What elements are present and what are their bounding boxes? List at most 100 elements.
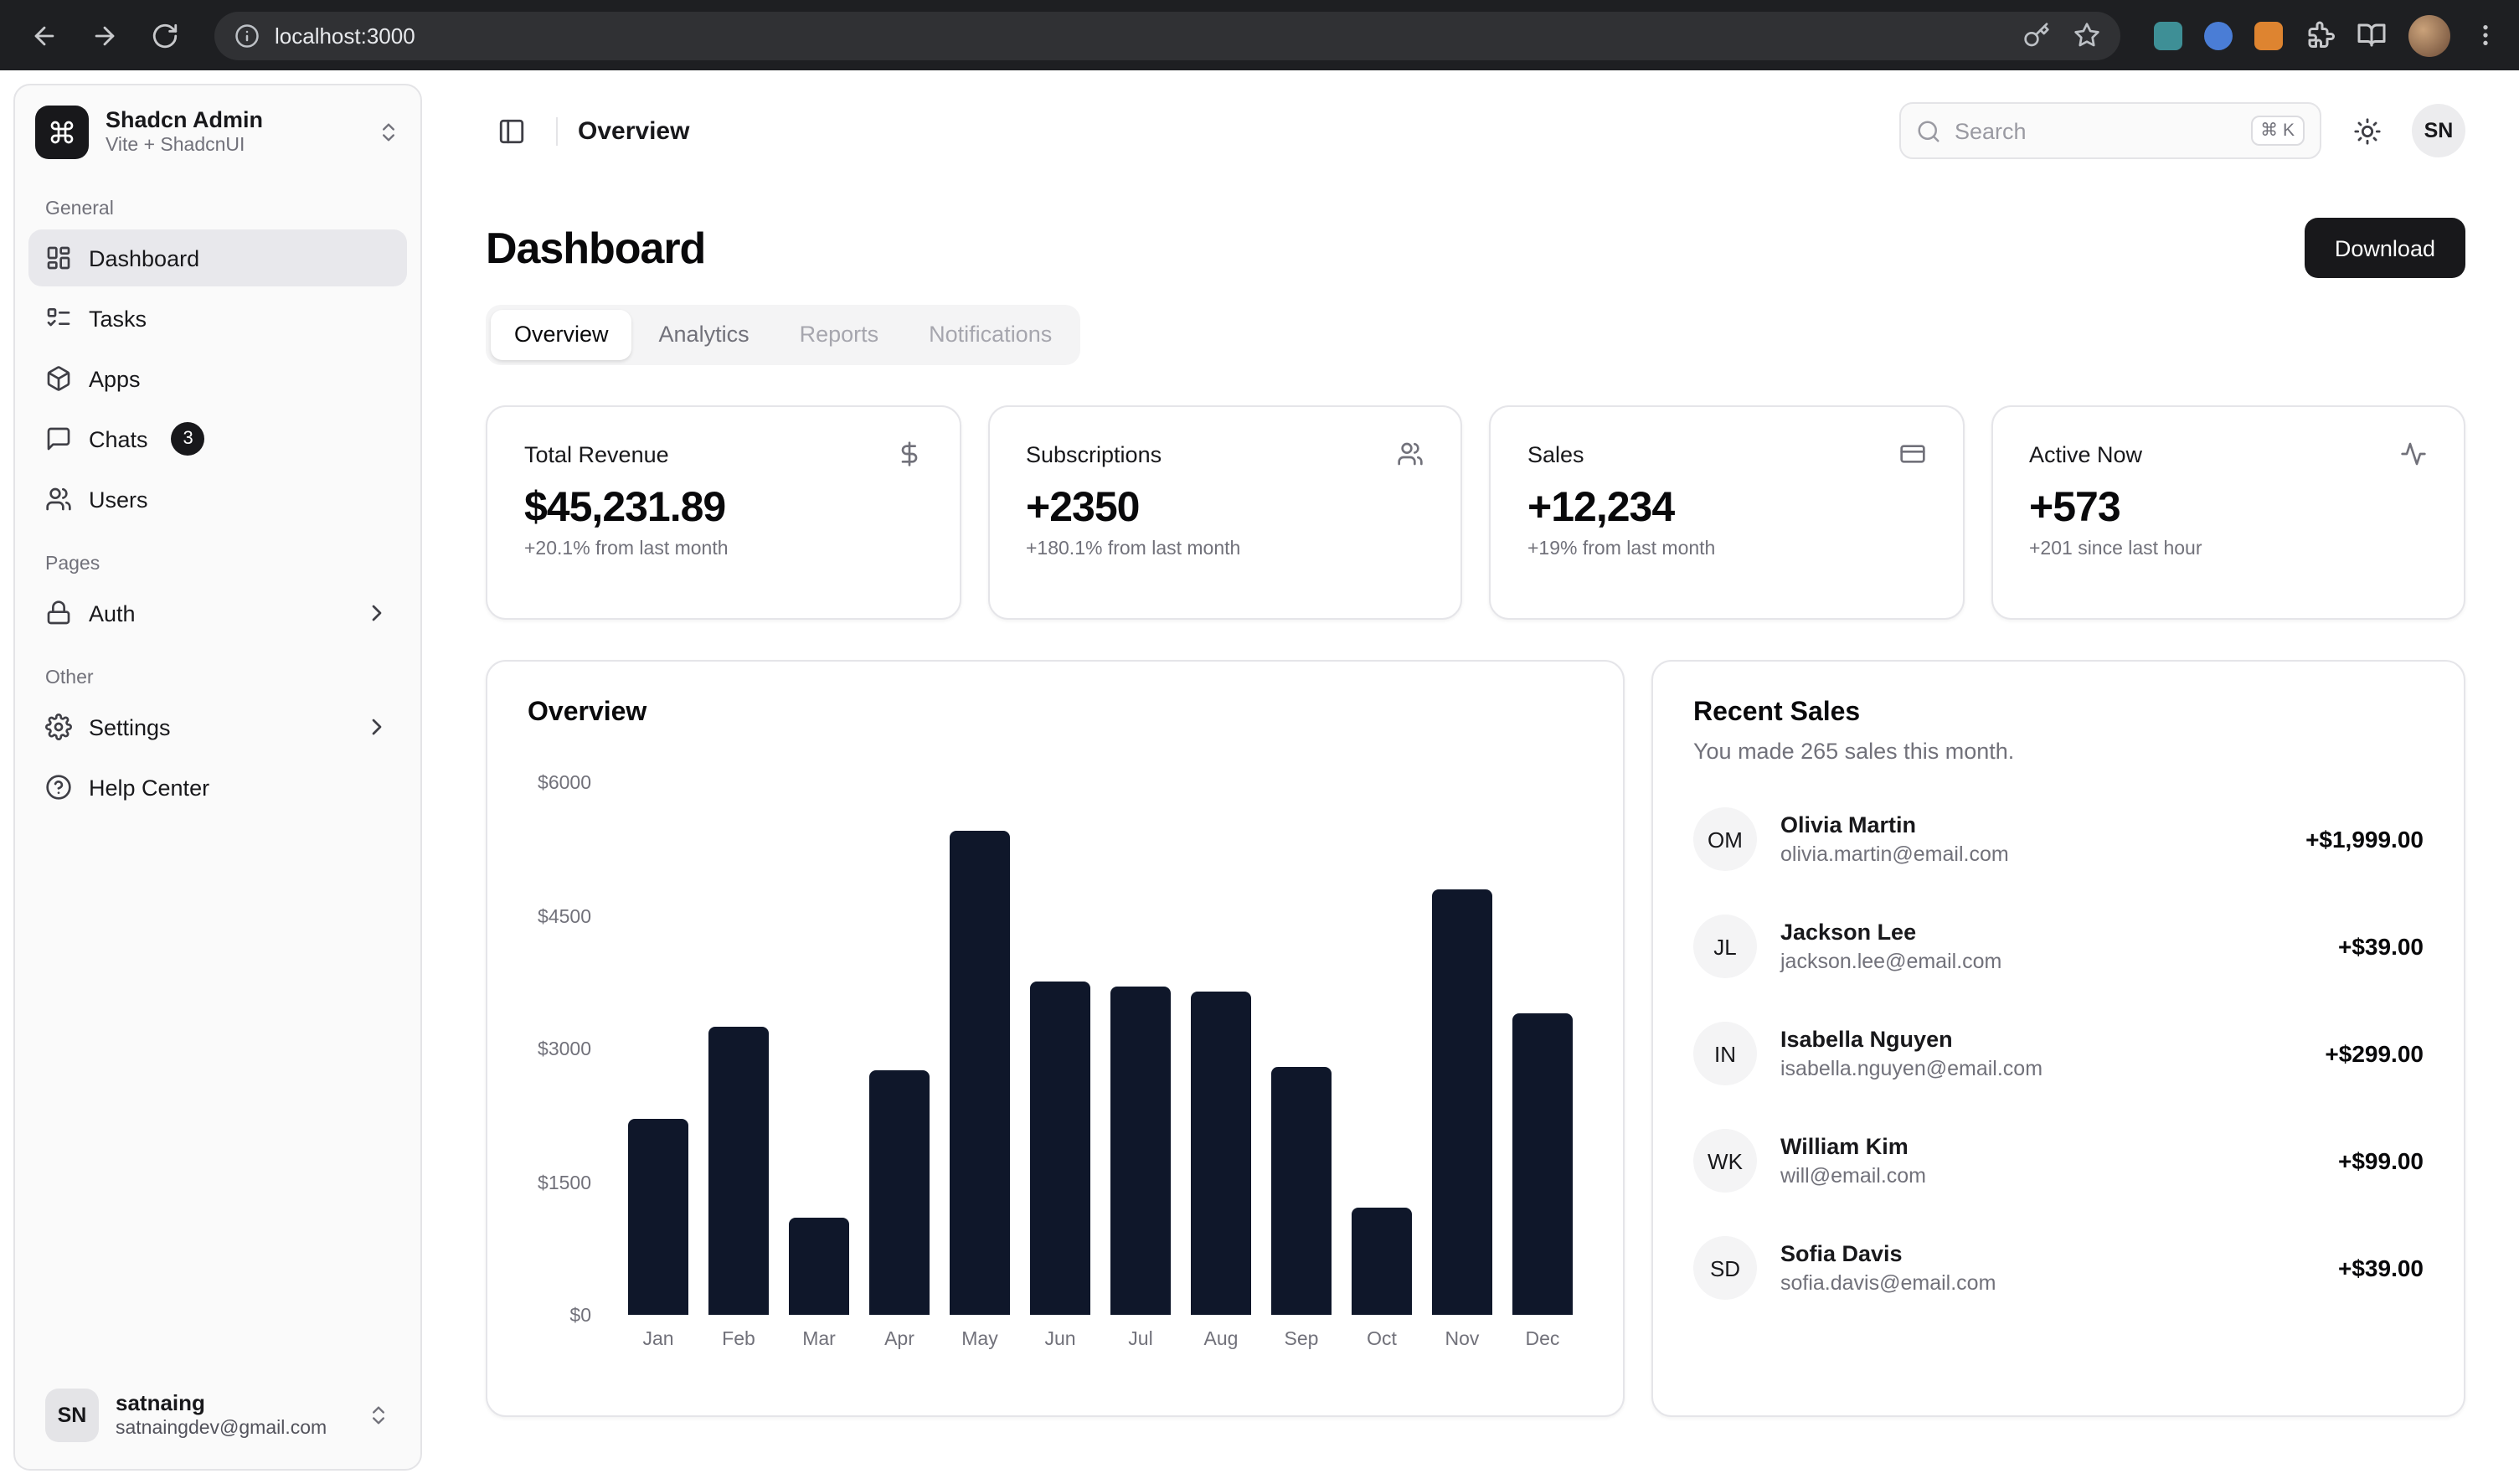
- chart-bar: [1432, 889, 1493, 1315]
- page-title: Dashboard: [486, 222, 705, 274]
- sale-amount: +$299.00: [2325, 1040, 2424, 1067]
- chart-x-tick-label: May: [940, 1330, 1020, 1350]
- chart-y-axis: $0$1500$3000$4500$6000: [528, 782, 601, 1315]
- chevron-right-icon: [363, 600, 390, 626]
- sale-customer-email: will@email.com: [1780, 1162, 2315, 1190]
- sidebar-item-users[interactable]: Users: [28, 471, 407, 528]
- url-bar[interactable]: localhost:3000: [214, 11, 2120, 59]
- chart-bar: [789, 1218, 850, 1315]
- sidebar-section: General Dashboard Tasks Apps Chats 3 Use…: [15, 199, 420, 528]
- sidebar-section: Other Settings Help Center: [15, 668, 420, 816]
- extension-icon[interactable]: [2154, 21, 2182, 49]
- chart-x-tick-label: Jul: [1100, 1330, 1181, 1350]
- chart-x-tick-label: Oct: [1342, 1330, 1422, 1350]
- help-icon: [45, 774, 72, 801]
- search-field[interactable]: [1955, 118, 2237, 143]
- sidebar-item-tasks[interactable]: Tasks: [28, 290, 407, 347]
- sidebar-item-auth[interactable]: Auth: [28, 585, 407, 642]
- sidebar-toggle-button[interactable]: [486, 106, 536, 156]
- browser-toolbar: localhost:3000: [0, 0, 2519, 70]
- download-button[interactable]: Download: [2305, 218, 2465, 278]
- sale-customer-name: Jackson Lee: [1780, 917, 2315, 947]
- sidebar-item-label: Apps: [89, 366, 141, 391]
- tabs: OverviewAnalyticsReportsNotifications: [486, 305, 1080, 365]
- arrow-left-icon: [29, 21, 58, 49]
- tab-notifications[interactable]: Notifications: [905, 310, 1075, 360]
- sidebar-item-label: Auth: [89, 600, 136, 626]
- stat-value: $45,231.89: [524, 484, 922, 533]
- sale-list-item: IN Isabella Nguyen isabella.nguyen@email…: [1693, 1022, 2424, 1085]
- stat-change: +180.1% from last month: [1026, 539, 1424, 559]
- theme-toggle-button[interactable]: [2341, 106, 2392, 156]
- sale-amount: +$39.00: [2338, 933, 2424, 960]
- chart-x-axis: JanFebMarAprMayJunJulAugSepOctNovDec: [618, 1330, 1583, 1350]
- search-input[interactable]: ⌘ K: [1899, 102, 2321, 159]
- stat-value: +12,234: [1527, 484, 1925, 533]
- chart-bar: [1352, 1208, 1413, 1315]
- browser-profile-avatar[interactable]: [2408, 14, 2450, 56]
- recent-sales-title: Recent Sales: [1693, 698, 2424, 729]
- chart-bar: [1030, 982, 1091, 1315]
- chart-bar: [628, 1119, 689, 1315]
- user-menu[interactable]: SN satnaing satnaingdev@gmail.com: [32, 1378, 404, 1452]
- sidebar-item-help-center[interactable]: Help Center: [28, 759, 407, 816]
- sale-customer-email: olivia.martin@email.com: [1780, 840, 2282, 868]
- sale-customer-email: sofia.davis@email.com: [1780, 1269, 2315, 1297]
- tab-overview[interactable]: Overview: [491, 310, 632, 360]
- sale-avatar: OM: [1693, 807, 1757, 871]
- back-button[interactable]: [20, 12, 67, 59]
- bar-chart: $0$1500$3000$4500$6000 JanFebMarAprMayJu…: [528, 782, 1583, 1350]
- sidebar-item-chats[interactable]: Chats 3: [28, 410, 407, 467]
- url-text: localhost:3000: [275, 23, 2008, 48]
- sidebar-item-label: Settings: [89, 714, 171, 739]
- extensions-puzzle-icon[interactable]: [2305, 20, 2335, 50]
- reading-list-icon[interactable]: [2357, 20, 2387, 50]
- sidebar-section: Pages Auth: [15, 554, 420, 642]
- tab-analytics[interactable]: Analytics: [636, 310, 773, 360]
- extension-icon[interactable]: [2254, 21, 2283, 49]
- extension-icon[interactable]: [2204, 21, 2233, 49]
- command-icon: [49, 119, 75, 146]
- chart-bar: [1271, 1067, 1332, 1315]
- workspace-switcher[interactable]: Shadcn Admin Vite + ShadcnUI: [15, 85, 420, 173]
- tab-reports[interactable]: Reports: [776, 310, 903, 360]
- sale-customer-name: William Kim: [1780, 1131, 2315, 1162]
- forward-button[interactable]: [80, 12, 127, 59]
- reload-button[interactable]: [141, 12, 188, 59]
- users-icon: [45, 486, 72, 513]
- sidebar-item-apps[interactable]: Apps: [28, 350, 407, 407]
- sidebar-sections: General Dashboard Tasks Apps Chats 3 Use…: [15, 173, 420, 1362]
- chart-bar: [869, 1070, 930, 1315]
- recent-sales-subtitle: You made 265 sales this month.: [1693, 739, 2424, 764]
- sale-avatar: WK: [1693, 1129, 1757, 1193]
- browser-menu-icon[interactable]: [2472, 22, 2499, 49]
- sun-icon: [2352, 116, 2381, 145]
- chart-bar: [950, 831, 1011, 1315]
- profile-avatar[interactable]: SN: [2412, 104, 2465, 157]
- password-key-icon[interactable]: [2023, 22, 2050, 49]
- chart-x-tick-label: Apr: [859, 1330, 940, 1350]
- search-icon: [1916, 118, 1941, 143]
- chevrons-up-down-icon: [377, 121, 400, 144]
- sidebar-item-settings[interactable]: Settings: [28, 698, 407, 755]
- stat-change: +201 since last hour: [2029, 539, 2427, 559]
- sale-avatar: SD: [1693, 1236, 1757, 1300]
- stat-title: Active Now: [2029, 441, 2142, 466]
- bookmark-star-icon[interactable]: [2073, 22, 2100, 49]
- dashboard-icon: [45, 245, 72, 271]
- apps-icon: [45, 365, 72, 392]
- chart-bar: [1110, 987, 1172, 1315]
- chart-y-tick-label: $3000: [538, 1040, 591, 1060]
- site-info-icon[interactable]: [234, 23, 260, 48]
- settings-icon: [45, 714, 72, 740]
- chart-y-tick-label: $4500: [538, 907, 591, 927]
- stat-change: +19% from last month: [1527, 539, 1925, 559]
- chart-y-tick-label: $0: [569, 1306, 591, 1327]
- sale-amount: +$1,999.00: [2305, 826, 2424, 853]
- sale-customer-name: Sofia Davis: [1780, 1239, 2315, 1269]
- sidebar-item-dashboard[interactable]: Dashboard: [28, 229, 407, 286]
- stat-title: Subscriptions: [1026, 441, 1162, 466]
- chart-x-tick-label: Aug: [1181, 1330, 1261, 1350]
- search-shortcut-kbd: ⌘ K: [2250, 116, 2305, 146]
- sale-customer-email: isabella.nguyen@email.com: [1780, 1054, 2301, 1083]
